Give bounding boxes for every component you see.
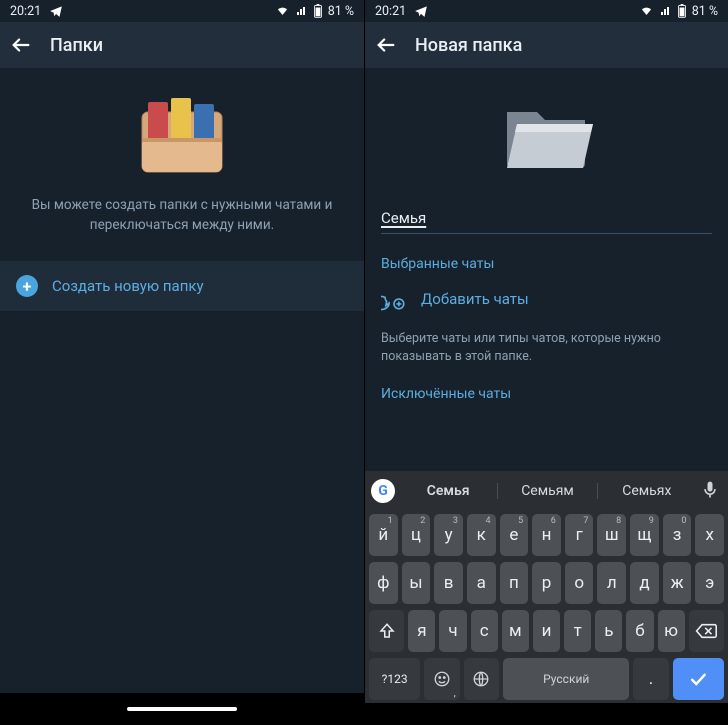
- gesture-bar: [0, 693, 364, 725]
- create-folder-row[interactable]: + Создать новую папку: [0, 261, 364, 311]
- statusbar: 20:21 81 %: [0, 0, 364, 22]
- wifi-icon: [639, 5, 654, 17]
- key-е[interactable]: е5: [500, 514, 529, 556]
- key-м[interactable]: м: [502, 610, 529, 652]
- body: Вы можете создать папки с нужными чатами…: [0, 68, 364, 693]
- key-с[interactable]: с: [471, 610, 498, 652]
- key-з[interactable]: з0: [663, 514, 692, 556]
- key-ф[interactable]: ф: [369, 562, 398, 604]
- app-header: Папки: [0, 22, 364, 68]
- open-folder-icon: [497, 94, 597, 176]
- section-included-title: Выбранные чаты: [381, 256, 712, 272]
- period-key[interactable]: .: [633, 658, 668, 700]
- status-battery: 81 %: [692, 4, 718, 19]
- keyboard: G Семья Семьям Семьях й1ц2у3к4е5н6г7ш8щ9…: [365, 471, 728, 703]
- emoji-key[interactable]: ,: [424, 658, 459, 700]
- backspace-key[interactable]: [689, 610, 724, 652]
- key-row-2: фывапролджэ: [365, 559, 728, 607]
- name-section: Семья Выбранные чаты Добавить чаты Выбер…: [365, 194, 728, 406]
- key-р[interactable]: р: [532, 562, 561, 604]
- wifi-icon: [275, 5, 290, 17]
- key-н[interactable]: н6: [532, 514, 561, 556]
- shift-key[interactable]: [369, 610, 404, 652]
- phone-right: 20:21 81 % Новая папка: [364, 0, 728, 725]
- key-г[interactable]: г7: [565, 514, 594, 556]
- add-chats-label: Добавить чаты: [421, 290, 529, 308]
- telegram-icon: [414, 4, 428, 18]
- key-row-3: ячсмитьбю: [365, 607, 728, 655]
- plus-icon: +: [16, 275, 38, 297]
- folder-box-icon: [134, 94, 230, 180]
- suggestion-bar: G Семья Семьям Семьях: [365, 471, 728, 511]
- globe-key[interactable]: [464, 658, 499, 700]
- space-key[interactable]: Русский: [503, 658, 629, 700]
- key-э[interactable]: э: [695, 562, 724, 604]
- suggestion-3[interactable]: Семьях: [597, 483, 696, 499]
- suggestion-1[interactable]: Семья: [399, 483, 497, 499]
- key-ж[interactable]: ж: [663, 562, 692, 604]
- key-а[interactable]: а: [467, 562, 496, 604]
- back-button[interactable]: [10, 34, 32, 56]
- body: Семья Выбранные чаты Добавить чаты Выбер…: [365, 68, 728, 471]
- key-щ[interactable]: щ9: [630, 514, 659, 556]
- add-chats-row[interactable]: Добавить чаты: [381, 286, 712, 312]
- key-и[interactable]: и: [533, 610, 560, 652]
- signal-icon: [659, 5, 672, 17]
- key-б[interactable]: б: [626, 610, 653, 652]
- suggestion-2[interactable]: Семьям: [497, 483, 596, 499]
- key-ш[interactable]: ш8: [597, 514, 626, 556]
- key-row-1: й1ц2у3к4е5н6г7ш8щ9з0х: [365, 511, 728, 559]
- key-к[interactable]: к4: [467, 514, 496, 556]
- key-ы[interactable]: ы: [402, 562, 431, 604]
- key-ь[interactable]: ь: [595, 610, 622, 652]
- key-у[interactable]: у3: [434, 514, 463, 556]
- included-hint: Выберите чаты или типы чатов, которые ну…: [381, 330, 712, 366]
- key-х[interactable]: х: [695, 514, 724, 556]
- nav-pill: [127, 707, 237, 711]
- page-title: Папки: [50, 35, 103, 56]
- key-row-4: ?123 , Русский .: [365, 655, 728, 703]
- signal-icon: [295, 5, 308, 17]
- battery-icon: [313, 4, 323, 18]
- key-п[interactable]: п: [500, 562, 529, 604]
- hero-text: Вы можете создать папки с нужными чатами…: [32, 196, 333, 235]
- telegram-icon: [49, 4, 63, 18]
- key-в[interactable]: в: [434, 562, 463, 604]
- section-excluded-title: Исключённые чаты: [381, 386, 712, 402]
- statusbar: 20:21 81 %: [365, 0, 728, 22]
- hero: [365, 68, 728, 194]
- status-time: 20:21: [375, 4, 406, 19]
- hero: Вы можете создать папки с нужными чатами…: [0, 68, 364, 255]
- key-ю[interactable]: ю: [658, 610, 685, 652]
- enter-key[interactable]: [673, 658, 724, 700]
- bottom-black-bar: [365, 703, 728, 725]
- key-о[interactable]: о: [565, 562, 594, 604]
- key-д[interactable]: д: [630, 562, 659, 604]
- key-я[interactable]: я: [408, 610, 435, 652]
- numeric-key[interactable]: ?123: [369, 658, 420, 700]
- phone-left: 20:21 81 % Папки: [0, 0, 364, 725]
- back-button[interactable]: [375, 34, 397, 56]
- create-folder-label: Создать новую папку: [52, 277, 204, 295]
- status-battery: 81 %: [328, 4, 354, 19]
- folder-name-input[interactable]: Семья: [381, 208, 712, 234]
- page-title: Новая папка: [415, 35, 522, 56]
- key-й[interactable]: й1: [369, 514, 398, 556]
- battery-icon: [677, 4, 687, 18]
- google-icon[interactable]: G: [371, 479, 395, 503]
- chat-add-icon: [381, 286, 407, 312]
- key-ч[interactable]: ч: [439, 610, 466, 652]
- mic-icon[interactable]: [700, 480, 722, 502]
- status-time: 20:21: [10, 4, 41, 19]
- key-ц[interactable]: ц2: [402, 514, 431, 556]
- app-header: Новая папка: [365, 22, 728, 68]
- key-л[interactable]: л: [597, 562, 626, 604]
- key-т[interactable]: т: [564, 610, 591, 652]
